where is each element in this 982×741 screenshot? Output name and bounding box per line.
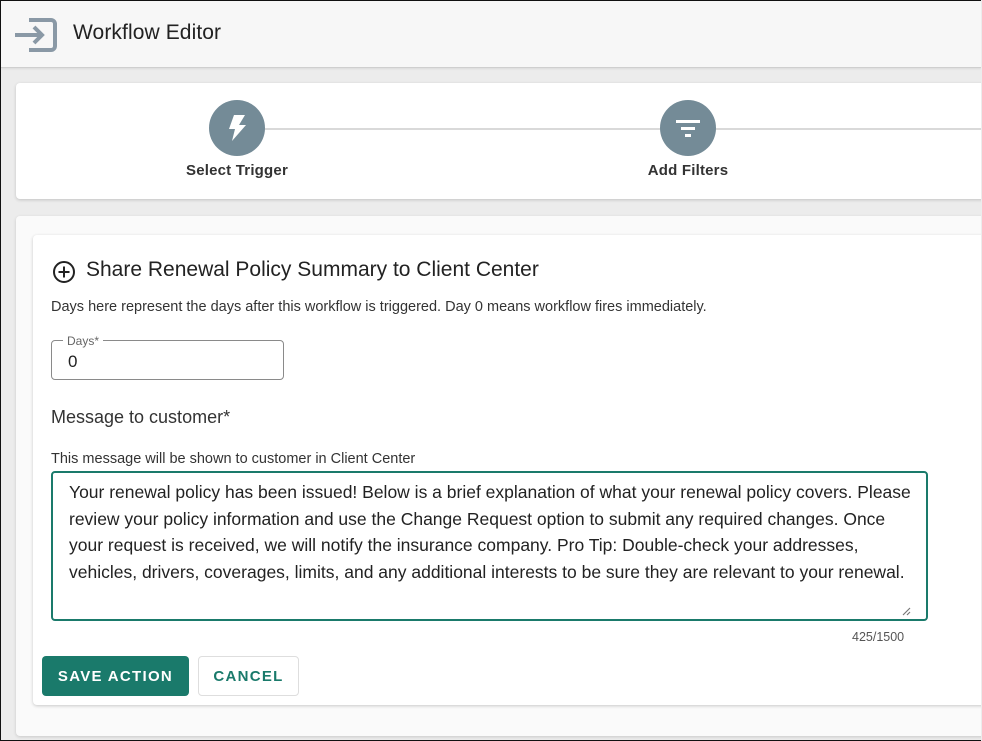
character-counter: 425/1500 bbox=[852, 630, 905, 644]
app-bar: Workflow Editor bbox=[1, 1, 981, 68]
app-window: Workflow Editor Select Trigger Add Filte… bbox=[0, 0, 981, 741]
step-select-trigger[interactable]: Select Trigger bbox=[167, 100, 307, 179]
step-add-filters[interactable]: Add Filters bbox=[618, 100, 758, 179]
step-label: Add Filters bbox=[647, 162, 729, 179]
message-label: Message to customer* bbox=[51, 407, 231, 427]
action-title: Share Renewal Policy Summary to Client C… bbox=[86, 258, 539, 281]
circle-plus-icon[interactable] bbox=[52, 260, 76, 284]
cancel-button[interactable]: CANCEL bbox=[198, 656, 299, 696]
actions-panel: Share Renewal Policy Summary to Client C… bbox=[16, 216, 981, 736]
days-field[interactable]: Days* bbox=[51, 334, 284, 380]
days-input[interactable] bbox=[52, 341, 283, 379]
workflow-stepper: Select Trigger Add Filters bbox=[16, 83, 981, 199]
save-action-button[interactable]: SAVE ACTION bbox=[42, 656, 189, 696]
days-help-text: Days here represent the days after this … bbox=[51, 299, 707, 315]
step-label: Select Trigger bbox=[185, 162, 288, 179]
page-title: Workflow Editor bbox=[73, 21, 222, 44]
resize-handle-icon[interactable] bbox=[901, 603, 911, 616]
lightning-bolt-icon[interactable] bbox=[209, 100, 265, 156]
message-field[interactable]: Your renewal policy has been issued! Bel… bbox=[51, 471, 928, 621]
filter-icon[interactable] bbox=[660, 100, 716, 156]
message-textarea[interactable]: Your renewal policy has been issued! Bel… bbox=[53, 473, 926, 619]
exit-arrow-icon[interactable] bbox=[13, 15, 59, 55]
action-card: Share Renewal Policy Summary to Client C… bbox=[33, 235, 981, 705]
message-help-text: This message will be shown to customer i… bbox=[51, 451, 416, 467]
